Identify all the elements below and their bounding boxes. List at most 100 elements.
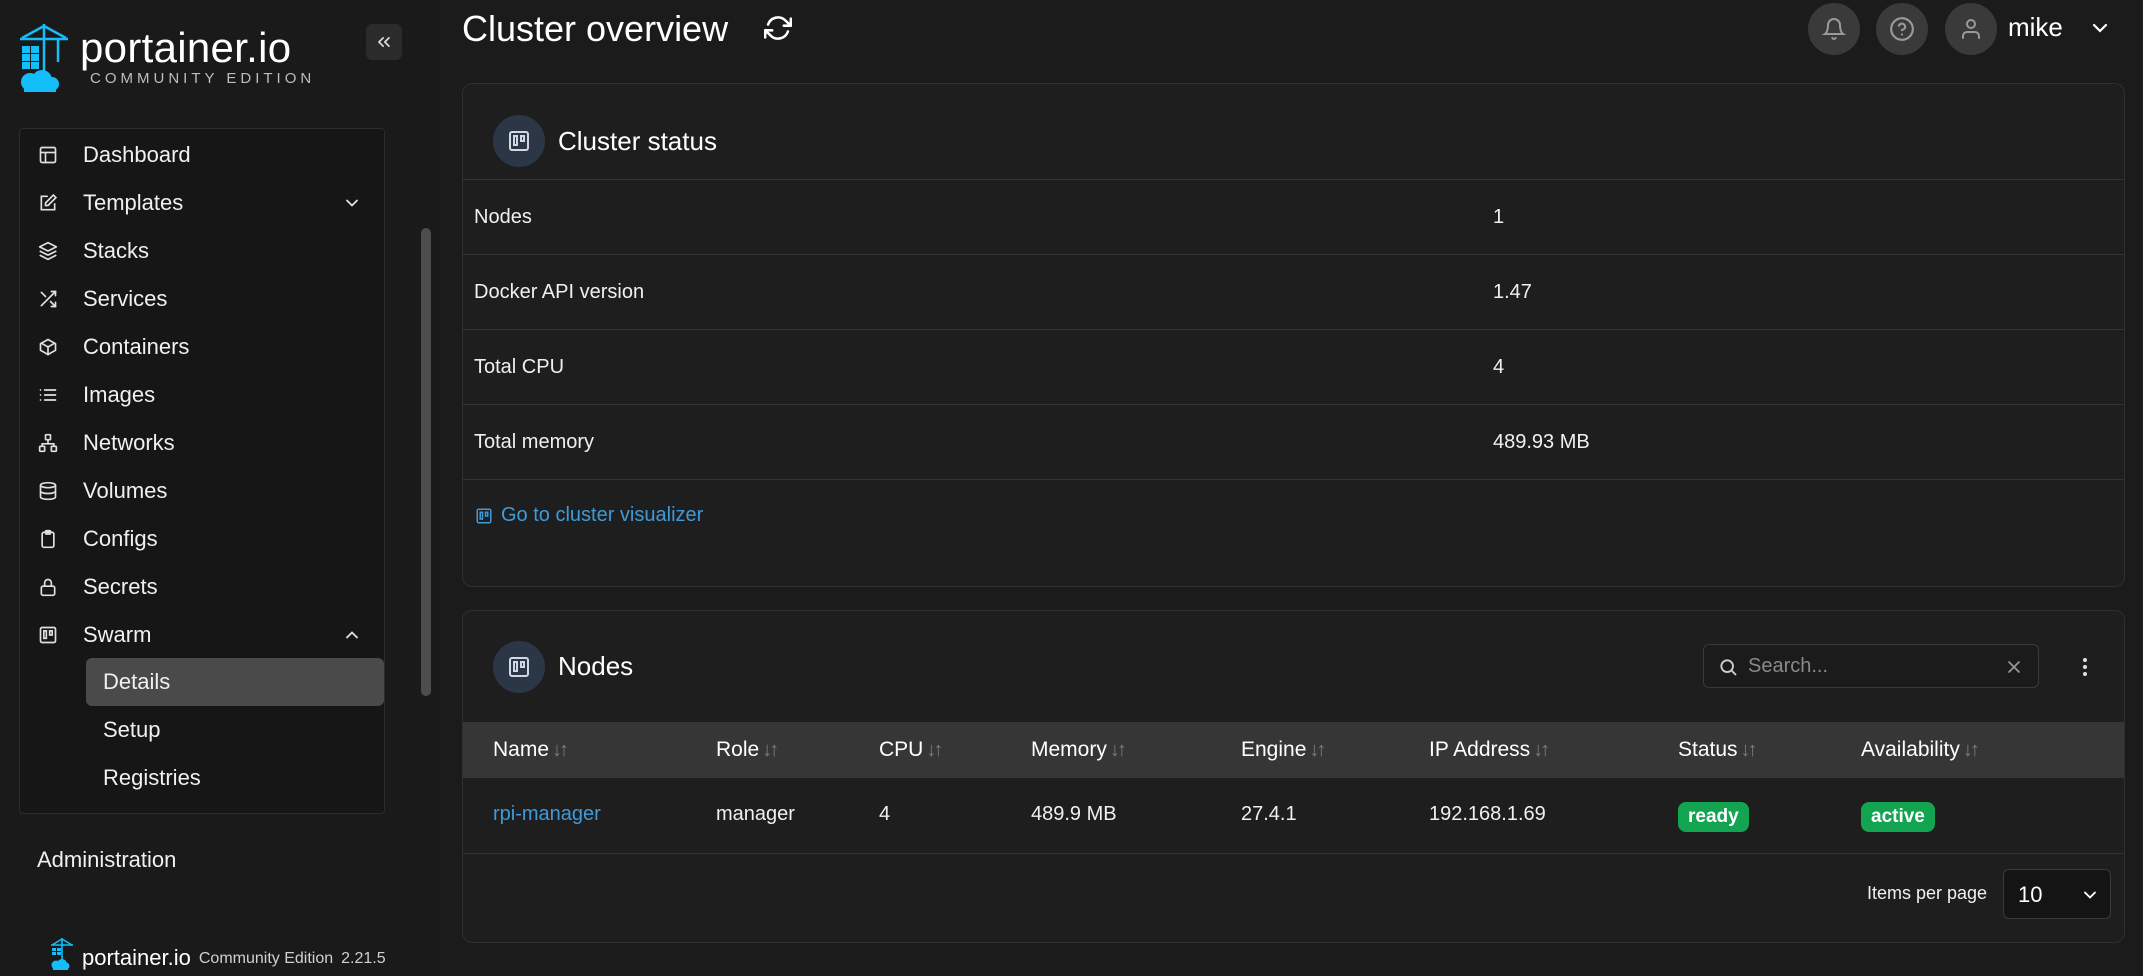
trello-icon — [509, 131, 529, 151]
chevrons-left-icon — [378, 37, 390, 48]
cluster-link-row: Go to cluster visualizer — [463, 479, 2124, 551]
cluster-visualizer-link-label: Go to cluster visualizer — [501, 504, 704, 526]
sidebar-item-dashboard[interactable]: Dashboard — [20, 133, 386, 177]
close-icon[interactable] — [2004, 657, 2024, 677]
nodes-search — [1703, 644, 2039, 688]
column-label: Role — [716, 738, 760, 761]
node-name-link[interactable]: rpi-manager — [493, 803, 601, 826]
trello-icon — [476, 508, 492, 523]
column-header-name[interactable]: Name ↓↑ — [493, 738, 569, 762]
cluster-status-icon — [493, 115, 545, 167]
lock-icon — [38, 577, 58, 597]
cluster-visualizer-link[interactable]: Go to cluster visualizer — [475, 504, 703, 527]
sidebar-footer: portainer.io Community Edition 2.21.5 — [50, 937, 386, 971]
sort-icon: ↓↑ — [552, 738, 569, 761]
trello-icon — [38, 625, 58, 645]
username[interactable]: mike — [2008, 12, 2063, 43]
row-key: Docker API version — [474, 281, 645, 303]
refresh-icon[interactable] — [764, 14, 792, 42]
user-avatar[interactable] — [1945, 3, 1997, 55]
edit-icon — [38, 193, 58, 213]
sidebar-item-volumes[interactable]: Volumes — [20, 469, 386, 513]
sidebar-subitem-details[interactable]: Details — [86, 658, 384, 706]
chevron-down-icon[interactable] — [2088, 16, 2112, 40]
sort-icon: ↓↑ — [762, 738, 779, 761]
user-icon — [1962, 19, 1980, 39]
portainer-logo[interactable]: portainer.io COMMUNITY EDITION — [18, 22, 318, 98]
sidebar-scrollbar[interactable] — [421, 228, 431, 696]
sidebar-item-networks[interactable]: Networks — [20, 421, 386, 465]
sort-icon: ↓↑ — [1962, 738, 1980, 761]
brand-edition: COMMUNITY EDITION — [90, 70, 316, 87]
cluster-status-title: Cluster status — [558, 126, 717, 156]
column-header-memory[interactable]: Memory ↓↑ — [1031, 738, 1127, 762]
help-button[interactable] — [1876, 3, 1928, 55]
footer-edition: Community Edition — [198, 950, 334, 967]
layers-icon — [38, 241, 58, 261]
search-input[interactable] — [1748, 651, 1988, 681]
chevron-down-icon[interactable] — [342, 193, 362, 213]
more-vertical-icon[interactable] — [2073, 653, 2097, 681]
sidebar-menu: Dashboard Templates Stacks Services Cont… — [19, 128, 385, 814]
sidebar-item-secrets[interactable]: Secrets — [20, 565, 386, 609]
nodes-card-icon — [493, 641, 545, 693]
database-icon — [38, 481, 58, 501]
notifications-button[interactable] — [1808, 3, 1860, 55]
nodes-title: Nodes — [558, 651, 634, 681]
sidebar-item-label: Dashboard — [83, 142, 191, 167]
sort-icon: ↓↑ — [1309, 738, 1326, 761]
row-key: Total memory — [474, 431, 595, 453]
list-icon — [38, 385, 58, 405]
sidebar-item-swarm[interactable]: Swarm — [20, 613, 386, 657]
sidebar-item-configs[interactable]: Configs — [20, 517, 386, 561]
column-header-engine[interactable]: Engine ↓↑ — [1241, 738, 1326, 762]
node-cpu: 4 — [879, 803, 891, 825]
portainer-crane-icon — [20, 24, 68, 92]
clipboard-icon — [38, 529, 58, 549]
column-label: IP Address — [1429, 738, 1531, 761]
cluster-row-total-memory: Total memory 489.93 MB — [463, 404, 2124, 479]
status-badge: ready — [1678, 802, 1749, 832]
help-circle-icon — [1890, 17, 1914, 41]
node-engine: 27.4.1 — [1241, 803, 1297, 825]
sidebar-item-label: Stacks — [83, 238, 150, 263]
sidebar-item-label: Images — [83, 382, 156, 407]
table-row: rpi-manager manager 4 489.9 MB 27.4.1 19… — [463, 778, 2124, 854]
column-label: Availability — [1861, 738, 1960, 761]
node-ip: 192.168.1.69 — [1429, 803, 1546, 825]
sidebar-item-images[interactable]: Images — [20, 373, 386, 417]
sidebar-subitem-setup[interactable]: Setup — [86, 706, 384, 754]
row-value: 489.93 MB — [1493, 431, 1590, 453]
row-value: 1.47 — [1493, 281, 1532, 303]
column-header-cpu[interactable]: CPU ↓↑ — [879, 738, 943, 762]
chevron-up-icon[interactable] — [342, 625, 362, 645]
row-value: 4 — [1493, 356, 1505, 378]
column-header-role[interactable]: Role ↓↑ — [716, 738, 779, 762]
search-icon — [1720, 659, 1737, 676]
items-per-page-select[interactable]: 10 — [2003, 869, 2111, 919]
sidebar-item-services[interactable]: Services — [20, 277, 386, 321]
sidebar: portainer.io COMMUNITY EDITION Dashboard — [0, 0, 440, 976]
nodes-card: Nodes Name↓↑ Role↓↑ CPU↓↑ Memory↓↑ Engin… — [462, 610, 2125, 943]
sidebar-item-stacks[interactable]: Stacks — [20, 229, 386, 273]
cluster-status-card: Cluster status Nodes 1 Docker API versio… — [462, 83, 2125, 587]
node-memory: 489.9 MB — [1031, 803, 1117, 825]
items-per-page-value: 10 — [2018, 882, 2043, 907]
sort-icon: ↓↑ — [926, 738, 943, 761]
sidebar-item-label: Secrets — [83, 574, 158, 599]
sidebar-item-containers[interactable]: Containers — [20, 325, 386, 369]
sidebar-item-label: Swarm — [83, 622, 152, 647]
column-header-availability[interactable]: Availability ↓↑ — [1861, 738, 1980, 762]
sidebar-subitem-registries[interactable]: Registries — [86, 754, 384, 802]
sidebar-item-label: Containers — [83, 334, 190, 359]
sidebar-item-templates[interactable]: Templates — [20, 181, 386, 225]
portainer-small-logo-icon — [51, 938, 73, 970]
node-role: manager — [716, 803, 795, 825]
column-header-ip-address[interactable]: IP Address ↓↑ — [1429, 738, 1550, 762]
footer-brand: portainer.io — [82, 945, 191, 970]
column-header-status[interactable]: Status ↓↑ — [1678, 738, 1758, 762]
column-label: Status — [1678, 738, 1738, 761]
app-root: portainer.io COMMUNITY EDITION Dashboard — [0, 0, 2143, 976]
sidebar-section-administration[interactable]: Administration — [37, 847, 176, 873]
collapse-sidebar-button[interactable] — [366, 24, 402, 60]
